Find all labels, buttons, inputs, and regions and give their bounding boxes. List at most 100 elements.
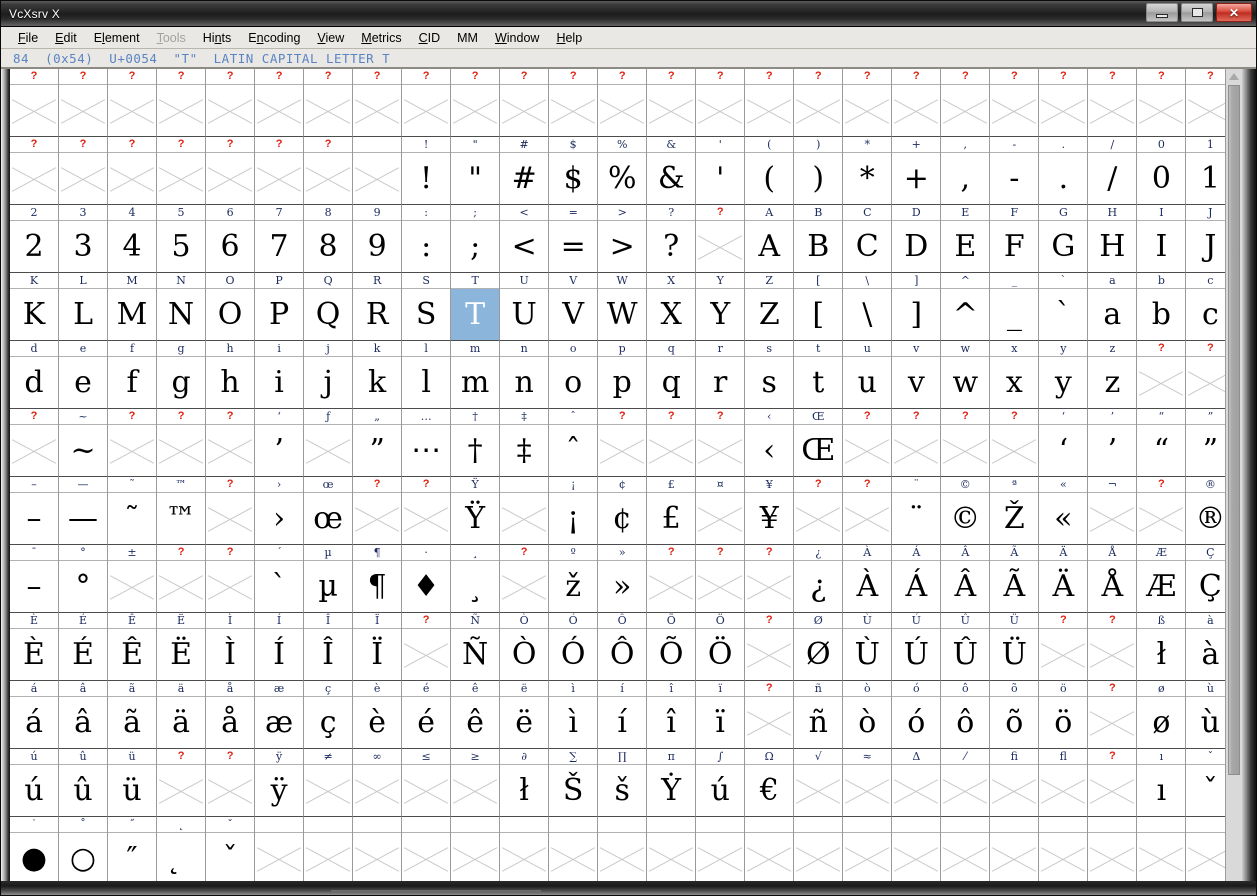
font-cell[interactable]: WW <box>598 273 648 341</box>
font-cell[interactable]: ˜ ˜ <box>108 477 158 545</box>
menu-item-cid[interactable]: CID <box>412 29 448 47</box>
font-cell[interactable]: ∏ š <box>598 749 648 817</box>
font-cell[interactable]: ? <box>157 749 207 817</box>
font-cell[interactable]: … ⋯ <box>402 409 452 477</box>
font-cell[interactable]: NN <box>157 273 207 341</box>
menu-item-file[interactable]: File <box>11 29 45 47</box>
font-cell[interactable]: ? <box>304 137 354 205</box>
font-cell[interactable]: ? <box>647 69 697 137</box>
font-cell[interactable]: ŒŒ <box>794 409 844 477</box>
font-cell[interactable]: gg <box>157 341 207 409</box>
font-cell[interactable]: pp <box>598 341 648 409</box>
font-cell[interactable]: · ♦ <box>402 545 452 613</box>
font-cell[interactable]: rr <box>696 341 746 409</box>
font-cell[interactable]: ? <box>206 137 256 205</box>
font-cell[interactable]: ? <box>451 69 501 137</box>
font-cell[interactable]: ÆÆ <box>1137 545 1187 613</box>
font-cell[interactable]: ? <box>892 69 942 137</box>
font-cell[interactable]: * * <box>843 137 893 205</box>
font-cell[interactable]: „” <box>353 409 403 477</box>
font-cell[interactable]: 44 <box>108 205 158 273</box>
font-cell[interactable]: ? <box>108 69 158 137</box>
font-cell[interactable]: ^ ^ <box>941 273 991 341</box>
font-cell[interactable] <box>353 817 403 881</box>
font-cell[interactable] <box>549 817 599 881</box>
font-cell[interactable]: ? <box>598 69 648 137</box>
font-cell[interactable]: Ω € <box>745 749 795 817</box>
font-cell[interactable]: kk <box>353 341 403 409</box>
menu-item-help[interactable]: Help <box>549 29 589 47</box>
font-cell[interactable]: MM <box>108 273 158 341</box>
font-cell[interactable]: √ <box>794 749 844 817</box>
font-cell[interactable]: ? <box>157 69 207 137</box>
font-cell[interactable]: ãã <box>108 681 158 749</box>
menu-item-encoding[interactable]: Encoding <box>241 29 307 47</box>
font-cell[interactable]: ® ® <box>1186 477 1225 545</box>
font-cell[interactable]: :: <box>402 205 452 273</box>
font-cell[interactable]: åå <box>206 681 256 749</box>
font-cell[interactable]: < < <box>500 205 550 273</box>
font-cell[interactable]: ìì <box>549 681 599 749</box>
font-cell[interactable]: # # <box>500 137 550 205</box>
font-cell[interactable]: – – <box>10 477 60 545</box>
font-cell[interactable]: 33 <box>59 205 109 273</box>
font-cell[interactable]: SS <box>402 273 452 341</box>
font-cell[interactable]: ââ <box>59 681 109 749</box>
font-cell[interactable]: ƒ <box>304 409 354 477</box>
font-cell[interactable] <box>892 817 942 881</box>
font-cell[interactable]: ˇˇ <box>206 817 256 881</box>
font-cell[interactable]: ' ' <box>696 137 746 205</box>
font-cell[interactable]: èè <box>353 681 403 749</box>
font-cell[interactable]: öö <box>1039 681 1089 749</box>
font-cell[interactable]: -- <box>990 137 1040 205</box>
font-cell[interactable]: Δ <box>892 749 942 817</box>
font-cell[interactable]: ww <box>941 341 991 409</box>
font-cell[interactable]: / / <box>1088 137 1138 205</box>
font-cell[interactable]: ¤ <box>696 477 746 545</box>
font-cell[interactable]: ûû <box>59 749 109 817</box>
font-cell[interactable]: ˆˆ <box>549 409 599 477</box>
font-cell[interactable]: ?? <box>647 205 697 273</box>
font-cell[interactable] <box>794 817 844 881</box>
font-cell[interactable]: œœ <box>304 477 354 545</box>
font-cell[interactable]: © © <box>941 477 991 545</box>
font-cell[interactable]: ™ ™ <box>157 477 207 545</box>
font-cell[interactable]: tt <box>794 341 844 409</box>
font-cell[interactable]: JJ <box>1186 205 1225 273</box>
font-cell[interactable] <box>353 137 403 205</box>
font-cell[interactable]: 77 <box>255 205 305 273</box>
font-cell[interactable]: ÚÚ <box>892 613 942 681</box>
font-cell[interactable]: & & <box>647 137 697 205</box>
font-cell[interactable]: ÒÒ <box>500 613 550 681</box>
font-cell[interactable]: ‘’ <box>255 409 305 477</box>
font-cell[interactable]: ”” <box>1186 409 1225 477</box>
font-cell[interactable]: 55 <box>157 205 207 273</box>
font-cell[interactable]: ? <box>353 477 403 545</box>
font-cell[interactable]: 88 <box>304 205 354 273</box>
font-cell[interactable]: ? <box>108 409 158 477</box>
font-cell[interactable]: ,, <box>941 137 991 205</box>
font-cell[interactable]: ≤ <box>402 749 452 817</box>
font-cell[interactable]: ? <box>647 409 697 477</box>
font-cell[interactable]: † † <box>451 409 501 477</box>
font-cell[interactable]: ii <box>255 341 305 409</box>
font-cell[interactable]: fi <box>990 749 1040 817</box>
font-cell[interactable]: ? <box>598 409 648 477</box>
font-cell[interactable]: ÅÅ <box>1088 545 1138 613</box>
font-cell[interactable]: ? <box>1137 69 1187 137</box>
font-cell[interactable]: ? <box>745 681 795 749</box>
font-cell[interactable]: + + <box>892 137 942 205</box>
font-cell[interactable]: ZZ <box>745 273 795 341</box>
font-cell[interactable]: ? <box>157 409 207 477</box>
font-cell[interactable]: 11 <box>1186 137 1225 205</box>
font-cell[interactable]: ? <box>696 205 746 273</box>
font-cell[interactable] <box>500 477 550 545</box>
font-cell[interactable]: ? <box>941 69 991 137</box>
font-cell[interactable]: ¢ ¢ <box>598 477 648 545</box>
font-cell[interactable]: 66 <box>206 205 256 273</box>
font-cell[interactable]: ÎÎ <box>304 613 354 681</box>
font-cell[interactable]: YY <box>696 273 746 341</box>
font-cell[interactable]: îî <box>647 681 697 749</box>
font-cell[interactable]: ÇÇ <box>1186 545 1225 613</box>
font-cell[interactable] <box>304 817 354 881</box>
